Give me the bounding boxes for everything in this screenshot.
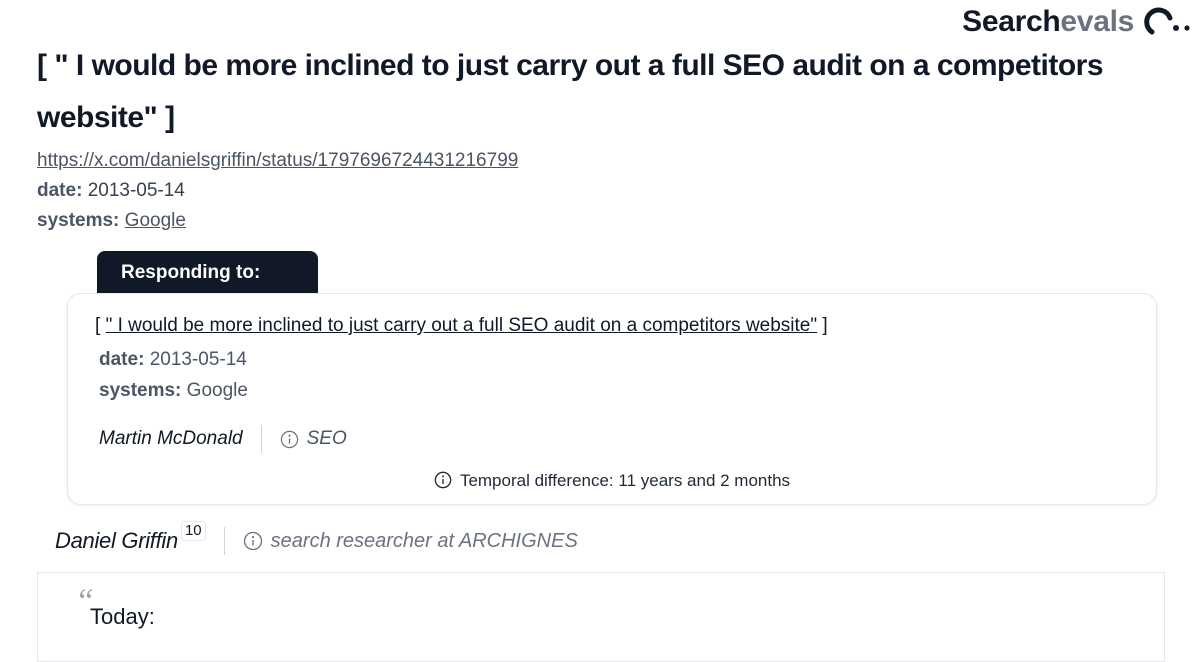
divider	[223, 527, 225, 555]
responding-date-label: date:	[99, 349, 145, 370]
brand-name: Searchevals	[962, 5, 1134, 39]
post-meta: https://x.com/danielsgriffin/status/1797…	[37, 146, 518, 236]
temporal-difference-text: Temporal difference: 11 years and 2 mont…	[459, 471, 791, 490]
brand-name-part1: Search	[962, 5, 1061, 38]
responding-quote-link[interactable]: " I would be more inclined to just carry…	[106, 315, 818, 336]
count-badge: 10	[180, 521, 206, 541]
responding-systems-value: Google	[186, 380, 248, 401]
post-author-tag: search researcher at ARCHIGNES	[270, 529, 578, 552]
post-author-row: Daniel Griffin 10 search researcher at A…	[55, 521, 578, 555]
divider	[260, 425, 262, 453]
searchevals-logo-icon	[1144, 7, 1190, 35]
brand[interactable]: Searchevals	[962, 4, 1196, 40]
temporal-difference: Temporal difference: 11 years and 2 mont…	[68, 471, 1156, 491]
responding-date-value: 2013-05-14	[149, 349, 247, 370]
page-title: [ " I would be more inclined to just car…	[37, 49, 1104, 134]
systems-label: systems:	[37, 210, 120, 231]
responding-to-tab: Responding to:	[97, 251, 318, 293]
responding-author-tag: SEO	[306, 428, 347, 449]
post-author-name[interactable]: Daniel Griffin	[55, 528, 178, 554]
source-link[interactable]: https://x.com/danielsgriffin/status/1797…	[37, 150, 518, 171]
page-title-text: " I would be more inclined to just carry…	[37, 49, 1104, 134]
post-body-text: Today:	[90, 604, 155, 629]
brand-name-part2: evals	[1060, 5, 1134, 38]
date-value: 2013-05-14	[87, 180, 185, 201]
info-icon	[243, 531, 262, 551]
responding-author-name[interactable]: Martin McDonald	[99, 428, 243, 450]
systems-link-google[interactable]: Google	[125, 210, 186, 231]
responding-meta: date: 2013-05-14 systems: Google	[99, 344, 248, 406]
responding-author-row: Martin McDonald SEO	[99, 425, 347, 453]
post-body-card: “ Today:	[37, 572, 1165, 662]
info-icon	[434, 471, 452, 489]
info-icon	[280, 430, 298, 448]
responding-systems-label: systems:	[99, 380, 182, 401]
responding-to-card: [ " I would be more inclined to just car…	[67, 293, 1157, 505]
responding-quote: [ " I would be more inclined to just car…	[95, 315, 828, 336]
date-label: date:	[37, 180, 83, 201]
